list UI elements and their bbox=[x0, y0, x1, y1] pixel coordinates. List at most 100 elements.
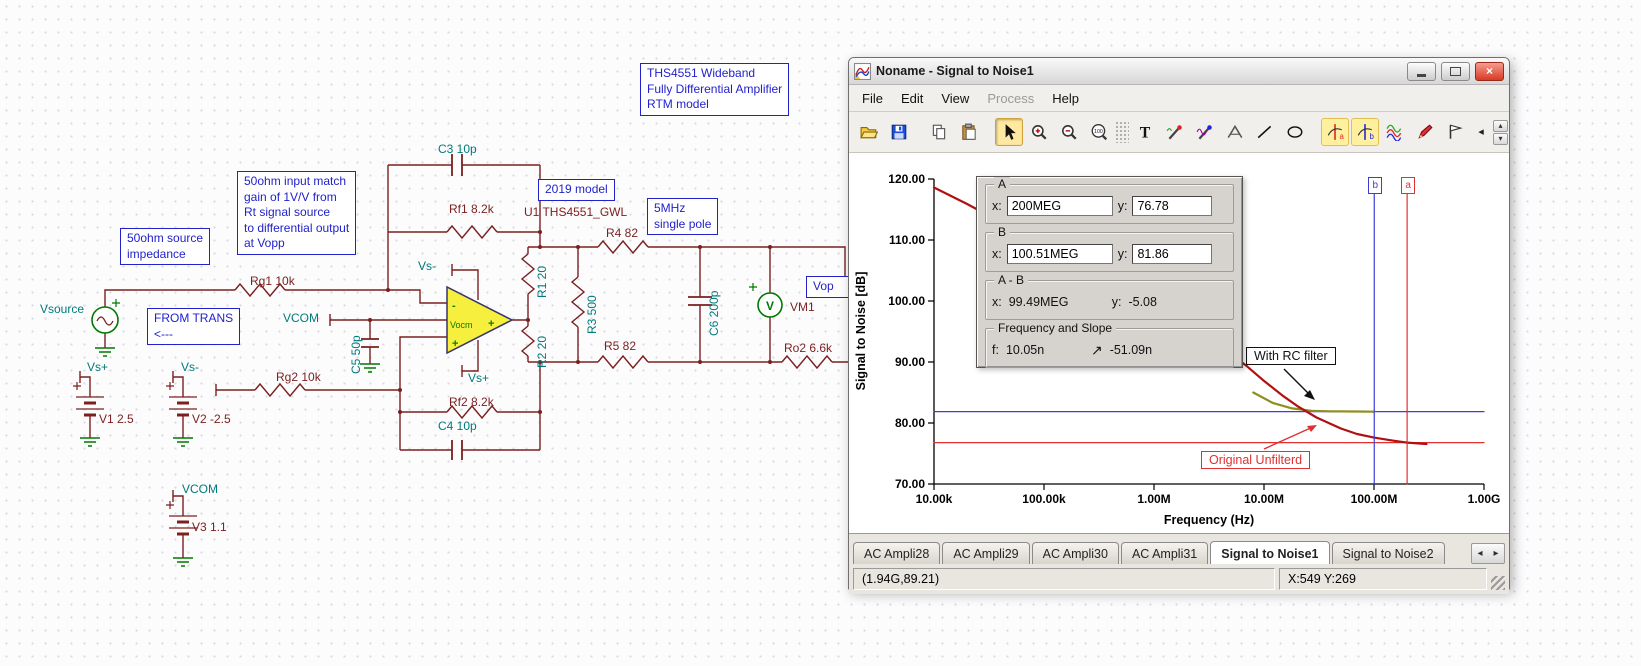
annotation-from-trans[interactable]: FROM TRANS <--- bbox=[147, 308, 241, 346]
xtick: 1.00M bbox=[1137, 492, 1170, 506]
spin-up-button[interactable]: ▴ bbox=[1493, 119, 1508, 132]
annotation-rc-filter[interactable]: With RC filter bbox=[1246, 347, 1336, 365]
maximize-button[interactable] bbox=[1441, 61, 1470, 81]
caliper-button[interactable] bbox=[1221, 118, 1249, 146]
zoom-100-icon: 100 bbox=[1091, 124, 1108, 141]
tab-ac-ampli29[interactable]: AC Ampli29 bbox=[942, 542, 1030, 564]
annotation-source-impedance[interactable]: 50ohm source impedance bbox=[120, 228, 211, 266]
cursor-a-x-input[interactable] bbox=[1006, 196, 1113, 216]
cursor-ab-group-title: A - B bbox=[994, 273, 1029, 287]
label-c5[interactable]: C5 50p bbox=[349, 335, 363, 374]
tab-signal-to-noise1[interactable]: Signal to Noise1 bbox=[1210, 541, 1330, 564]
ellipse-tool-button[interactable] bbox=[1281, 118, 1309, 146]
cursor-ab-group: A - B x: 99.49MEG y: -5.08 bbox=[985, 273, 1234, 320]
label-vs-minus-batt[interactable]: Vs- bbox=[181, 361, 199, 374]
line-tool-button[interactable] bbox=[1251, 118, 1279, 146]
batteries[interactable] bbox=[73, 382, 197, 536]
label-rg1[interactable]: Rg1 10k bbox=[250, 275, 295, 288]
minimize-button[interactable] bbox=[1407, 61, 1436, 81]
window-title: Noname - Signal to Noise1 bbox=[876, 64, 1034, 78]
label-vs-plus-batt[interactable]: Vs+ bbox=[87, 361, 108, 374]
label-vcom-in[interactable]: VCOM bbox=[283, 312, 319, 325]
cursor-a-y-input[interactable] bbox=[1132, 196, 1213, 216]
cursor-a-flag[interactable]: a bbox=[1401, 177, 1416, 194]
tab-signal-to-noise2[interactable]: Signal to Noise2 bbox=[1331, 542, 1445, 564]
select-cursor-button[interactable] bbox=[995, 118, 1023, 146]
pen-button[interactable] bbox=[1411, 118, 1439, 146]
label-ro2[interactable]: Ro2 6.6k bbox=[784, 342, 832, 355]
flag-button[interactable] bbox=[1441, 118, 1469, 146]
close-button[interactable]: × bbox=[1475, 61, 1504, 81]
tab-scroll-left-button[interactable]: ◂ bbox=[1472, 544, 1488, 563]
tab-scroll-left-icon: ◂ bbox=[1477, 548, 1483, 559]
tabbar: AC Ampli28 AC Ampli29 AC Ampli30 AC Ampl… bbox=[849, 534, 1509, 564]
cursor-b-button[interactable]: b bbox=[1351, 118, 1379, 146]
vsource-symbol[interactable] bbox=[91, 299, 120, 334]
zoom-100-button[interactable]: 100 bbox=[1085, 118, 1113, 146]
cursor-readout-panel[interactable]: A x: y: B x: y: A - B x: 99.49MEG bbox=[976, 176, 1243, 368]
ytick: 70.00 bbox=[895, 477, 925, 491]
cursor-b-y-input[interactable] bbox=[1132, 244, 1213, 264]
cursor-b-x-input[interactable] bbox=[1006, 244, 1113, 264]
resize-grip[interactable] bbox=[1491, 576, 1505, 590]
menu-view[interactable]: View bbox=[932, 87, 978, 110]
paste-button[interactable] bbox=[955, 118, 983, 146]
label-vs-minus-top[interactable]: Vs- bbox=[418, 260, 436, 273]
annotation-single-pole[interactable]: 5MHz single pole bbox=[647, 198, 719, 236]
tab-ac-ampli28[interactable]: AC Ampli28 bbox=[853, 542, 941, 564]
label-c6[interactable]: C6 200p bbox=[707, 291, 721, 336]
label-c3[interactable]: C3 10p bbox=[438, 143, 477, 156]
cursor-b-flag[interactable]: b bbox=[1368, 177, 1383, 194]
menu-help[interactable]: Help bbox=[1043, 87, 1088, 110]
label-v2[interactable]: V2 -2.5 bbox=[192, 413, 231, 426]
text-tool-button[interactable]: T bbox=[1131, 118, 1159, 146]
tab-ac-ampli30[interactable]: AC Ampli30 bbox=[1031, 542, 1119, 564]
label-u1[interactable]: U1 THS4551_GWL bbox=[524, 206, 627, 219]
label-rg2[interactable]: Rg2 10k bbox=[276, 371, 321, 384]
copy-button[interactable] bbox=[925, 118, 953, 146]
label-r4[interactable]: R4 82 bbox=[606, 227, 638, 240]
nav-back-button[interactable]: ◂ bbox=[1471, 118, 1491, 146]
tab-scroll-right-button[interactable]: ▸ bbox=[1488, 544, 1504, 563]
annotation-ths-model[interactable]: THS4551 Wideband Fully Differential Ampl… bbox=[640, 63, 790, 116]
label-vm1[interactable]: VM1 bbox=[790, 301, 815, 314]
label-vcom-batt[interactable]: VCOM bbox=[182, 483, 218, 496]
svg-text:T: T bbox=[1140, 125, 1151, 141]
frequency-slope-title: Frequency and Slope bbox=[994, 321, 1117, 335]
zoom-out-button[interactable] bbox=[1055, 118, 1083, 146]
label-r5[interactable]: R5 82 bbox=[604, 340, 636, 353]
label-c4[interactable]: C4 10p bbox=[438, 420, 477, 433]
annotation-2019-model[interactable]: 2019 model bbox=[538, 179, 615, 201]
menu-process[interactable]: Process bbox=[978, 87, 1043, 110]
label-vs-plus-amp[interactable]: Vs+ bbox=[468, 372, 489, 385]
annotation-original-unfiltered[interactable]: Original Unfilterd bbox=[1201, 451, 1311, 469]
label-vsource[interactable]: Vsource bbox=[40, 303, 84, 316]
open-button[interactable] bbox=[855, 118, 883, 146]
label-rf2[interactable]: Rf2 8.2k bbox=[449, 396, 494, 409]
menu-file[interactable]: File bbox=[853, 87, 892, 110]
cursor-a-icon: a bbox=[1327, 124, 1344, 141]
opamp-symbol[interactable]: - Vocm + + bbox=[446, 285, 514, 355]
x-axis-title: Frequency (Hz) bbox=[1164, 513, 1254, 527]
label-r3[interactable]: R3 500 bbox=[585, 295, 599, 334]
spin-down-button[interactable]: ▾ bbox=[1493, 132, 1508, 145]
label-r2[interactable]: R2 20 bbox=[535, 336, 549, 368]
titlebar[interactable]: Noname - Signal to Noise1 × bbox=[849, 58, 1509, 85]
probe-signal-button[interactable] bbox=[1191, 118, 1219, 146]
label-v3[interactable]: V3 1.1 bbox=[192, 521, 227, 534]
label-r1[interactable]: R1 20 bbox=[535, 266, 549, 298]
copy-icon bbox=[932, 124, 946, 140]
save-button[interactable] bbox=[885, 118, 913, 146]
label-rf1[interactable]: Rf1 8.2k bbox=[449, 203, 494, 216]
label-v1[interactable]: V1 2.5 bbox=[99, 413, 134, 426]
curves-button[interactable] bbox=[1381, 118, 1409, 146]
svg-text:100: 100 bbox=[1094, 129, 1103, 135]
plus-icon bbox=[112, 299, 120, 307]
voltmeter-symbol[interactable]: V bbox=[749, 283, 783, 318]
menu-edit[interactable]: Edit bbox=[892, 87, 932, 110]
probe-button[interactable] bbox=[1161, 118, 1189, 146]
zoom-in-button[interactable] bbox=[1025, 118, 1053, 146]
annotation-input-match[interactable]: 50ohm input match gain of 1V/V from Rt s… bbox=[237, 171, 357, 255]
cursor-a-button[interactable]: a bbox=[1321, 118, 1349, 146]
tab-ac-ampli31[interactable]: AC Ampli31 bbox=[1120, 542, 1209, 564]
